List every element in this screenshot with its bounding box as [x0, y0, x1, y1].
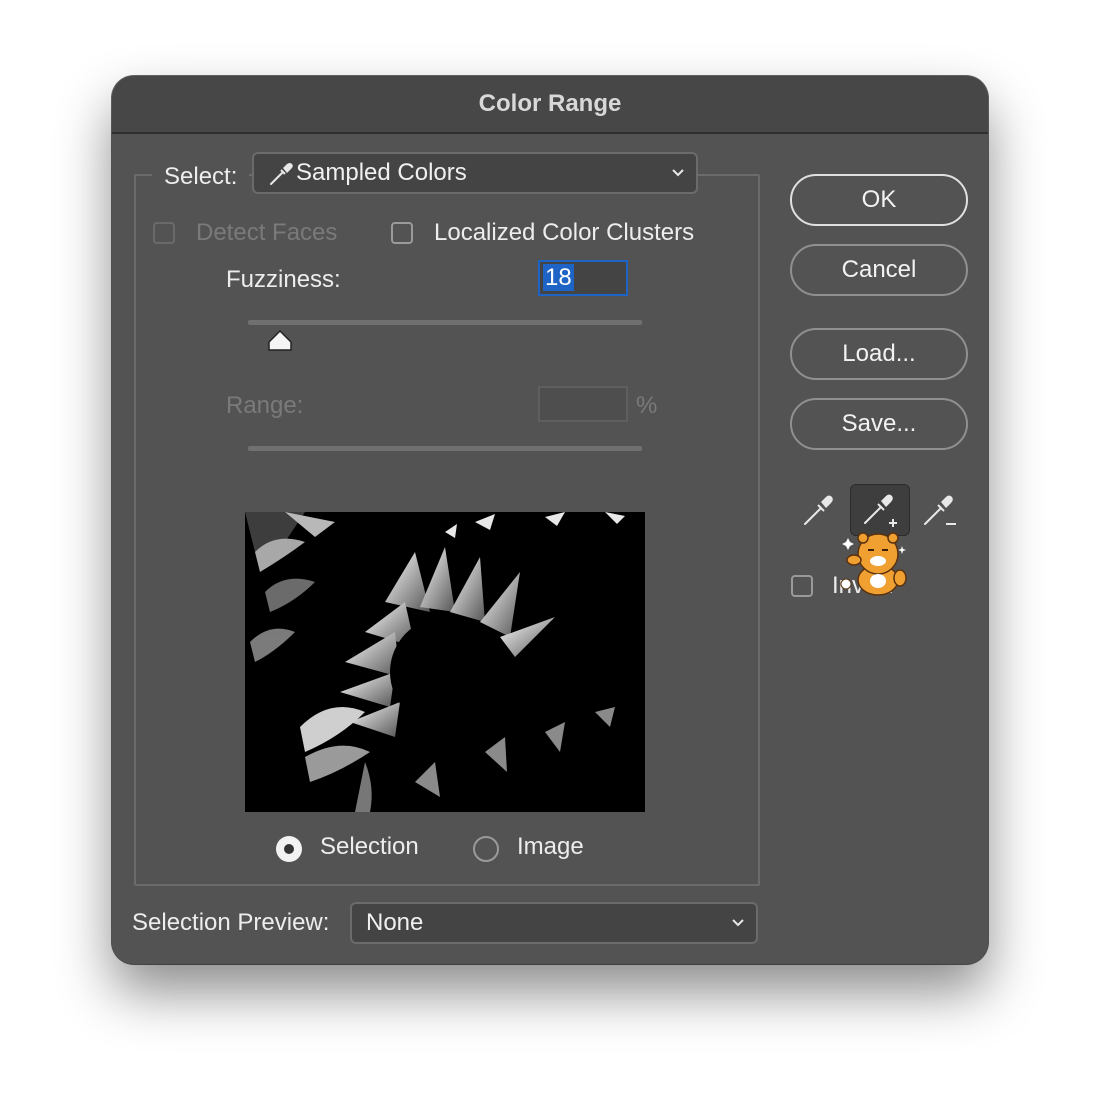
localized-color-clusters-checkbox[interactable]	[391, 222, 413, 244]
save-button[interactable]: Save...	[790, 398, 968, 450]
selection-preview-image[interactable]	[245, 512, 645, 812]
detect-faces-label: Detect Faces	[196, 219, 338, 246]
eyedropper-minus-tool-button[interactable]	[918, 490, 964, 530]
eyedropper-tool-button[interactable]	[798, 490, 838, 530]
fuzziness-slider-thumb[interactable]	[267, 328, 293, 357]
image-radio[interactable]	[473, 836, 499, 862]
dialog-title: Color Range	[112, 76, 988, 134]
selection-radio[interactable]	[276, 836, 302, 862]
select-dropdown[interactable]: Sampled Colors	[252, 152, 698, 194]
fuzziness-slider-track[interactable]	[248, 320, 642, 325]
chevron-down-icon	[670, 154, 686, 204]
range-label: Range:	[226, 392, 304, 419]
load-button[interactable]: Load...	[790, 328, 968, 380]
select-value: Sampled Colors	[296, 159, 467, 186]
color-range-dialog: Color Range Select: Sampled Colors Detec…	[112, 76, 988, 964]
eyedropper-icon	[804, 495, 833, 525]
chevron-down-icon	[730, 904, 746, 954]
fuzziness-label: Fuzziness:	[226, 266, 341, 293]
eyedropper-minus-icon	[924, 495, 956, 525]
image-radio-label: Image	[517, 833, 584, 860]
fuzziness-field[interactable]: 18	[538, 260, 628, 296]
select-label: Select:	[152, 158, 250, 196]
selection-radio-label: Selection	[320, 833, 419, 860]
mascot-sticker-icon	[836, 526, 916, 598]
range-field[interactable]	[538, 386, 628, 422]
invert-checkbox[interactable]	[791, 575, 813, 597]
selection-preview-label: Selection Preview:	[132, 909, 330, 936]
cancel-button[interactable]: Cancel	[790, 244, 968, 296]
eyedropper-icon	[268, 161, 294, 194]
detect-faces-checkbox[interactable]	[153, 222, 175, 244]
range-slider-track	[248, 446, 642, 451]
fuzziness-value: 18	[543, 264, 574, 291]
range-percent-unit: %	[636, 392, 658, 419]
localized-color-clusters-label: Localized Color Clusters	[434, 219, 695, 246]
ok-button[interactable]: OK	[790, 174, 968, 226]
selection-preview-dropdown[interactable]: None	[350, 902, 758, 944]
selection-preview-value: None	[366, 909, 424, 936]
